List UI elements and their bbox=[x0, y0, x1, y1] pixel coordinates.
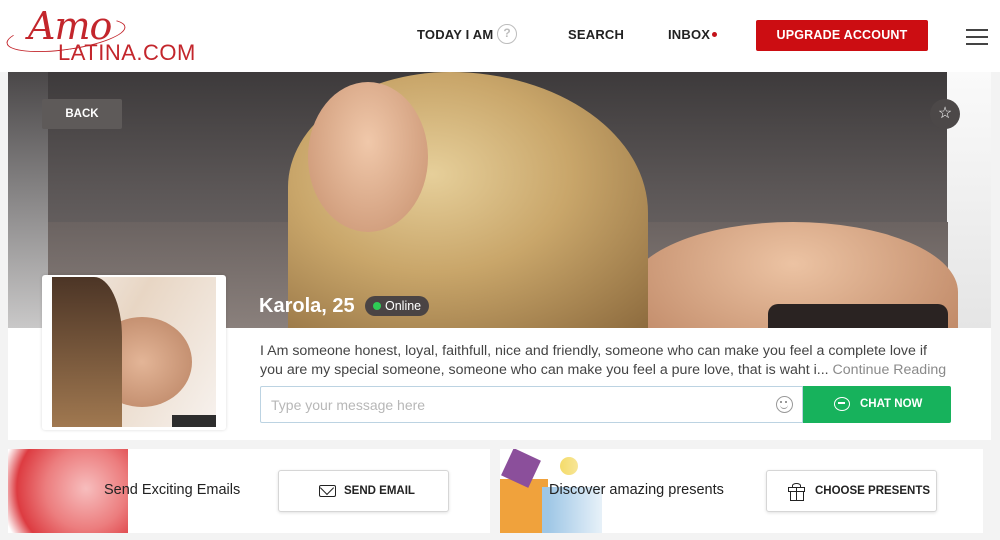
choose-presents-label: CHOOSE PRESENTS bbox=[815, 485, 931, 497]
profile-name-age: Karola, 25 bbox=[259, 295, 355, 317]
presents-promo: Discover amazing presents CHOOSE PRESENT… bbox=[500, 449, 983, 533]
emoji-icon[interactable] bbox=[776, 396, 793, 413]
send-email-button[interactable]: SEND EMAIL bbox=[278, 470, 449, 512]
online-status-text: Online bbox=[385, 299, 422, 313]
chat-bubble-icon bbox=[834, 397, 850, 411]
envelope-icon bbox=[319, 485, 336, 497]
send-email-promo-text: Send Exciting Emails bbox=[104, 482, 241, 498]
back-button[interactable]: BACK bbox=[42, 99, 122, 129]
hamburger-menu-icon[interactable] bbox=[966, 29, 988, 45]
site-logo[interactable]: Amo LATINA.COM bbox=[4, 4, 211, 68]
online-dot-icon bbox=[373, 302, 381, 310]
nav-inbox[interactable]: INBOX bbox=[668, 27, 710, 42]
profile-card: BACK ☆ Karola, 25 Online I Am someone ho… bbox=[8, 72, 991, 440]
continue-reading-link[interactable]: Continue Reading bbox=[833, 362, 947, 378]
top-navbar: Amo LATINA.COM TODAY I AM ? SEARCH INBOX… bbox=[0, 0, 1000, 72]
chat-now-label: CHAT NOW bbox=[860, 398, 923, 410]
chat-now-button[interactable]: CHAT NOW bbox=[803, 386, 951, 423]
send-email-promo: Send Exciting Emails SEND EMAIL bbox=[8, 449, 490, 533]
favorite-star-icon[interactable]: ☆ bbox=[930, 99, 960, 129]
message-box bbox=[260, 386, 803, 423]
choose-presents-button[interactable]: CHOOSE PRESENTS bbox=[766, 470, 937, 512]
bio-text: I Am someone honest, loyal, faithfull, n… bbox=[260, 343, 927, 378]
help-icon[interactable]: ? bbox=[497, 24, 517, 44]
logo-main-text: LATINA.COM bbox=[58, 40, 196, 65]
nav-today-i-am[interactable]: TODAY I AM bbox=[417, 27, 493, 42]
message-input[interactable] bbox=[271, 387, 771, 422]
send-email-label: SEND EMAIL bbox=[344, 485, 415, 497]
online-status-badge: Online bbox=[365, 296, 430, 316]
presents-promo-text: Discover amazing presents bbox=[549, 482, 724, 498]
profile-avatar[interactable] bbox=[42, 275, 226, 430]
nav-search[interactable]: SEARCH bbox=[568, 27, 624, 42]
profile-bio: I Am someone honest, loyal, faithfull, n… bbox=[260, 342, 950, 380]
inbox-notification-dot bbox=[712, 32, 717, 37]
gift-icon bbox=[788, 483, 805, 501]
upgrade-account-button[interactable]: UPGRADE ACCOUNT bbox=[756, 20, 928, 51]
